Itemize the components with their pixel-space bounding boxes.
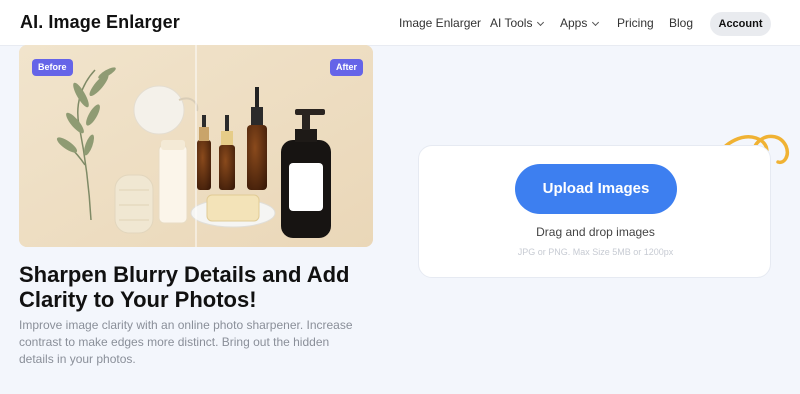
nav-label: Blog <box>669 16 694 30</box>
page-title: Sharpen Blurry Details and Add Clarity t… <box>19 262 350 312</box>
top-nav-bar: AI. Image Enlarger Image Enlarger AI Too… <box>0 0 800 46</box>
upload-images-button[interactable]: Upload Images <box>515 164 677 214</box>
nav-apps[interactable]: Apps <box>560 16 600 30</box>
nav-blog[interactable]: Blog <box>669 16 693 30</box>
product-photo-illustration <box>19 45 373 247</box>
before-after-image[interactable]: Before After <box>19 45 373 247</box>
nav-image-enlarger[interactable]: Image Enlarger <box>399 16 481 30</box>
site-logo[interactable]: AI. Image Enlarger <box>20 12 180 33</box>
nav-label: Pricing <box>617 16 654 30</box>
chevron-down-icon <box>537 18 545 27</box>
nav-ai-tools[interactable]: AI Tools <box>490 16 545 30</box>
account-button[interactable]: Account <box>710 12 771 36</box>
file-limits-hint: JPG or PNG. Max Size 5MB or 1200px <box>517 247 674 257</box>
drag-drop-hint: Drag and drop images <box>536 225 655 239</box>
nav-label: AI Tools <box>490 16 533 30</box>
nav-label: Apps <box>560 16 588 30</box>
chevron-down-icon <box>592 18 600 27</box>
nav-label: Image Enlarger <box>399 16 482 30</box>
before-badge: Before <box>32 59 73 76</box>
upload-dropzone[interactable]: Upload Images Drag and drop images JPG o… <box>418 145 771 278</box>
after-badge: After <box>330 59 364 76</box>
page-description: Improve image clarity with an online pho… <box>19 318 353 366</box>
nav-pricing[interactable]: Pricing <box>617 16 654 30</box>
